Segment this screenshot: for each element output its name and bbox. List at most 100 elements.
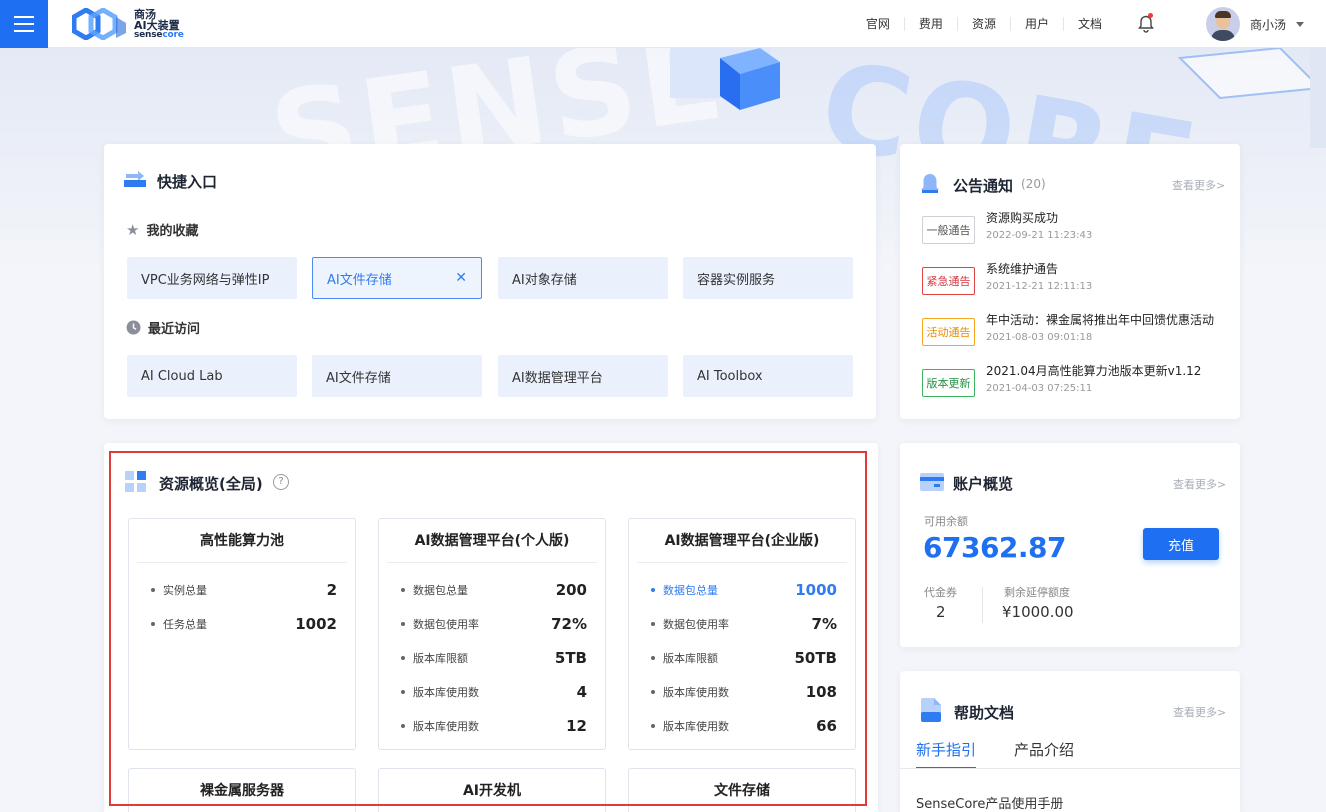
resource-row: 版本库使用数 66: [629, 709, 855, 743]
user-menu[interactable]: 商小汤: [1205, 7, 1304, 41]
notice-item-date: 2022-09-21 11:23:43: [986, 230, 1093, 241]
recent-item[interactable]: AI Toolbox: [683, 355, 853, 397]
notice-item-title: 系统维护通告: [986, 262, 1059, 276]
resource-box-title: AI数据管理平台(企业版): [637, 519, 847, 563]
nav-docs[interactable]: 文档: [1064, 17, 1116, 31]
nav-resources[interactable]: 资源: [958, 17, 1011, 31]
resource-row-value: 66: [816, 717, 837, 735]
divider: [982, 587, 983, 623]
notice-item-date: 2021-12-21 12:11:13: [986, 281, 1093, 292]
voucher-value: 2: [936, 603, 946, 621]
notice-item-title: 年中活动：裸金属将推出年中回馈优惠活动: [986, 313, 1215, 327]
resource-row-label: 版本库使用数: [663, 720, 729, 733]
tab-beginner-guide[interactable]: 新手指引: [916, 739, 976, 760]
resource-box-ai-dev-machine[interactable]: AI开发机: [378, 768, 606, 812]
resource-row-label: 实例总量: [163, 584, 207, 597]
resource-row-value: 50TB: [794, 649, 837, 667]
notice-item[interactable]: 一般通告 资源购买成功 2022-09-21 11:23:43: [922, 211, 1093, 244]
resource-row: 任务总量 1002: [129, 607, 355, 641]
resource-box-data-platform-personal[interactable]: AI数据管理平台(个人版) 数据包总量 200 数据包使用率 72% 版本库限额 5T…: [378, 518, 606, 750]
help-circle-icon[interactable]: ?: [273, 474, 289, 490]
notice-item[interactable]: 活动通告 年中活动：裸金属将推出年中回馈优惠活动 2021-08-03 09:0…: [922, 313, 1214, 346]
resource-row-label: 数据包总量: [663, 584, 718, 597]
resource-row-highlighted: 数据包总量 1000: [629, 573, 855, 607]
resource-row-value: 108: [805, 683, 837, 701]
account-more-link[interactable]: 查看更多>: [1173, 476, 1226, 492]
logo-brand-cn: 商汤: [134, 7, 156, 21]
favorite-item[interactable]: AI对象存储: [498, 257, 668, 299]
resource-box-data-platform-enterprise[interactable]: AI数据管理平台(企业版) 数据包总量 1000 数据包使用率 7% 版本库限额 50…: [628, 518, 856, 750]
wallet-icon: [920, 473, 944, 491]
notice-count: (20): [1021, 177, 1046, 191]
resource-box-compute-pool[interactable]: 高性能算力池 实例总量 2 任务总量 1002: [128, 518, 356, 750]
resource-row: 数据包使用率 72%: [379, 607, 605, 641]
tab-product-intro[interactable]: 产品介绍: [1014, 739, 1074, 760]
voucher-label: 代金券: [924, 586, 957, 599]
clock-icon: [126, 320, 141, 335]
resource-row-value: 1000: [795, 581, 837, 599]
notification-dot: [1147, 13, 1153, 18]
notice-card: 公告通知 (20) 查看更多> 一般通告 资源购买成功 2022-09-21 1…: [900, 144, 1240, 419]
user-name: 商小汤: [1249, 17, 1286, 32]
notice-item-title: 资源购买成功: [986, 211, 1059, 225]
close-icon[interactable]: ✕: [455, 270, 467, 286]
resource-row-label: 版本库限额: [663, 652, 718, 665]
tab-divider: [900, 768, 1240, 769]
notice-tag-update: 版本更新: [922, 369, 975, 397]
resource-row-label: 版本库使用数: [413, 720, 479, 733]
resource-overview-title: 资源概览(全局): [159, 475, 263, 493]
hamburger-icon: [14, 14, 34, 35]
notice-bell-icon: [921, 174, 939, 193]
notice-item-title: 2021.04月高性能算力池版本更新v1.12: [986, 364, 1202, 378]
resource-box-title: AI开发机: [462, 783, 522, 799]
resource-row-label: 版本库限额: [413, 652, 468, 665]
favorite-item-active[interactable]: AI文件存储 ✕: [312, 257, 482, 299]
nav-official-site[interactable]: 官网: [852, 17, 905, 31]
logo-brand-en: sensecore: [134, 29, 184, 40]
recharge-button[interactable]: 充值: [1143, 528, 1219, 560]
resource-row-label: 版本库使用数: [663, 686, 729, 699]
top-nav: 官网 费用 资源 用户 文档 商小汤: [852, 0, 1326, 48]
resource-row: 版本库使用数 4: [379, 675, 605, 709]
resource-box-title: 高性能算力池: [137, 519, 347, 563]
notice-more-link[interactable]: 查看更多>: [1172, 177, 1225, 193]
favorite-item[interactable]: VPC业务网络与弹性IP: [127, 257, 297, 299]
nav-billing[interactable]: 费用: [905, 17, 958, 31]
resource-row: 版本库使用数 12: [379, 709, 605, 743]
help-more-link[interactable]: 查看更多>: [1173, 704, 1226, 720]
help-docs-title: 帮助文档: [954, 704, 1015, 722]
notification-bell-button[interactable]: [1126, 13, 1166, 33]
hamburger-menu-button[interactable]: [0, 0, 48, 48]
notice-item[interactable]: 紧急通告 系统维护通告 2021-12-21 12:11:13: [922, 262, 1093, 295]
resource-row-value: 12: [566, 717, 587, 735]
favorite-item-label: AI文件存储: [327, 272, 392, 288]
favorites-heading: ★ 我的收藏: [126, 220, 198, 240]
resource-row-value: 1002: [295, 615, 337, 633]
resource-row-value: 200: [555, 581, 587, 599]
deferral-value: ¥1000.00: [1002, 603, 1074, 621]
notice-item[interactable]: 版本更新 2021.04月高性能算力池版本更新v1.12 2021-04-03 …: [922, 364, 1201, 397]
help-docs-card: 帮助文档 查看更多> 新手指引 产品介绍 SenseCore产品使用手册: [900, 671, 1240, 812]
recent-item[interactable]: AI文件存储: [312, 355, 482, 397]
account-overview-title: 账户概览: [953, 475, 1014, 493]
resource-row-value: 7%: [811, 615, 837, 633]
resource-box-title: 文件存储: [714, 783, 770, 799]
resource-row: 版本库限额 5TB: [379, 641, 605, 675]
logo[interactable]: 商汤 AI大装置 sensecore: [72, 8, 184, 40]
resource-row-value: 2: [326, 581, 337, 599]
favorite-item[interactable]: 容器实例服务: [683, 257, 853, 299]
resource-row: 实例总量 2: [129, 573, 355, 607]
resource-box-bare-metal[interactable]: 裸金属服务器: [128, 768, 356, 812]
recent-item[interactable]: AI Cloud Lab: [127, 355, 297, 397]
resource-box-file-storage[interactable]: 文件存储: [628, 768, 856, 812]
resource-row-label: 任务总量: [163, 618, 207, 631]
resource-row: 数据包使用率 7%: [629, 607, 855, 641]
logo-text: 商汤 AI大装置 sensecore: [134, 9, 184, 40]
help-doc-item[interactable]: SenseCore产品使用手册: [916, 793, 1063, 812]
avatar: [1205, 7, 1240, 41]
recent-title: 最近访问: [148, 322, 201, 337]
notice-tag-general: 一般通告: [922, 216, 975, 244]
recent-item[interactable]: AI数据管理平台: [498, 355, 668, 397]
nav-users[interactable]: 用户: [1011, 17, 1064, 31]
notice-item-date: 2021-08-03 09:01:18: [986, 332, 1093, 343]
